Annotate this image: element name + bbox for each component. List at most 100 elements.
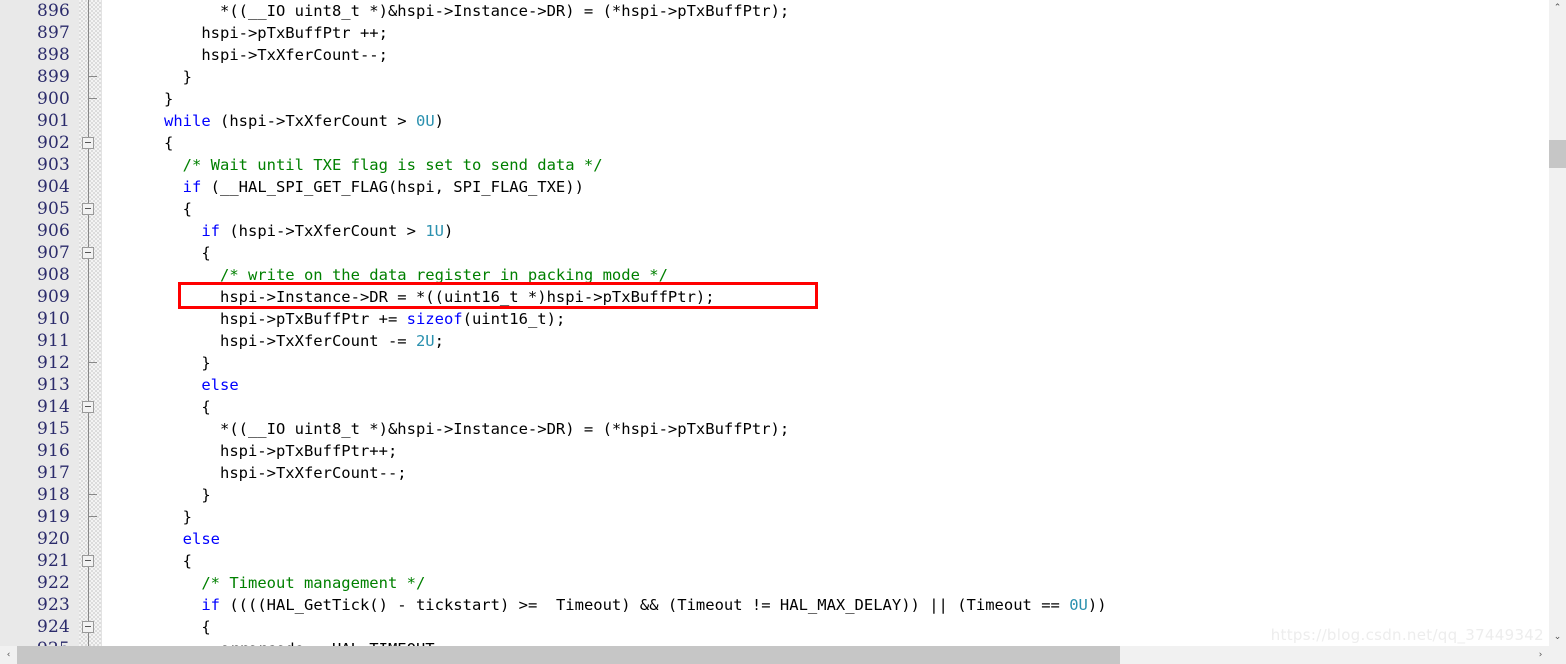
- code-text[interactable]: }: [108, 66, 192, 88]
- code-text[interactable]: }: [108, 88, 173, 110]
- line-number: 919: [36, 507, 70, 527]
- code-line[interactable]: 909 hspi->Instance->DR = *((uint16_t *)h…: [0, 286, 1532, 308]
- code-line[interactable]: 902 {: [0, 132, 1532, 154]
- scroll-left-arrow-icon[interactable]: ‹: [0, 646, 17, 664]
- code-line[interactable]: 913 else: [0, 374, 1532, 396]
- token-txt: ): [434, 112, 444, 130]
- token-cmt: /* Wait until TXE flag is set to send da…: [182, 156, 603, 174]
- fold-end-marker-icon: [89, 516, 97, 517]
- code-text[interactable]: if (hspi->TxXferCount > 1U): [108, 220, 453, 242]
- code-line[interactable]: 910 hspi->pTxBuffPtr += sizeof(uint16_t)…: [0, 308, 1532, 330]
- code-line[interactable]: 923 if ((((HAL_GetTick() - tickstart) >=…: [0, 594, 1532, 616]
- code-text[interactable]: }: [108, 506, 192, 528]
- vertical-scrollbar-thumb[interactable]: [1549, 140, 1566, 168]
- token-cmt: /* Timeout management */: [201, 574, 426, 592]
- code-line[interactable]: 908 /* write on the data register in pac…: [0, 264, 1532, 286]
- fold-end-marker-icon: [89, 98, 97, 99]
- code-text[interactable]: hspi->pTxBuffPtr += sizeof(uint16_t);: [108, 308, 565, 330]
- code-text[interactable]: *((__IO uint8_t *)&hspi->Instance->DR) =…: [108, 418, 789, 440]
- line-number: 920: [36, 529, 70, 549]
- horizontal-scrollbar-thumb[interactable]: [17, 646, 1120, 664]
- code-viewport[interactable]: 896 *((__IO uint8_t *)&hspi->Instance->D…: [0, 0, 1532, 646]
- code-line[interactable]: 918 }: [0, 484, 1532, 506]
- code-text[interactable]: if (__HAL_SPI_GET_FLAG(hspi, SPI_FLAG_TX…: [108, 176, 584, 198]
- line-number: 916: [36, 441, 70, 461]
- code-text[interactable]: hspi->pTxBuffPtr++;: [108, 440, 397, 462]
- code-text[interactable]: else: [108, 528, 220, 550]
- token-kw: else: [201, 376, 239, 394]
- code-text[interactable]: }: [108, 352, 210, 374]
- fold-collapse-icon[interactable]: [82, 401, 94, 413]
- token-kw: if: [182, 178, 202, 196]
- code-line[interactable]: 898 hspi->TxXferCount--;: [0, 44, 1532, 66]
- code-line[interactable]: 905 {: [0, 198, 1532, 220]
- code-line[interactable]: 914 {: [0, 396, 1532, 418]
- code-line[interactable]: 911 hspi->TxXferCount -= 2U;: [0, 330, 1532, 352]
- code-line[interactable]: 922 /* Timeout management */: [0, 572, 1532, 594]
- code-text[interactable]: hspi->TxXferCount--;: [108, 44, 388, 66]
- code-text[interactable]: hspi->pTxBuffPtr ++;: [108, 22, 388, 44]
- token-txt: __IO uint8_t *)&hspi->Instance->DR) = (*…: [247, 2, 790, 20]
- line-number: 907: [36, 243, 70, 263]
- code-line[interactable]: 907 {: [0, 242, 1532, 264]
- code-line[interactable]: 915 *((__IO uint8_t *)&hspi->Instance->D…: [0, 418, 1532, 440]
- code-text[interactable]: /* Wait until TXE flag is set to send da…: [108, 154, 603, 176]
- code-line[interactable]: 896 *((__IO uint8_t *)&hspi->Instance->D…: [0, 0, 1532, 22]
- horizontal-scrollbar[interactable]: ‹ ›: [0, 646, 1566, 664]
- token-txt: ): [443, 222, 454, 240]
- token-kw: if: [201, 222, 220, 240]
- code-text[interactable]: *((__IO uint8_t *)&hspi->Instance->DR) =…: [108, 0, 789, 22]
- code-text[interactable]: /* Timeout management */: [108, 572, 425, 594]
- token-kw: sizeof: [406, 310, 463, 328]
- code-text[interactable]: hspi->TxXferCount -= 2U;: [108, 330, 444, 352]
- fold-collapse-icon[interactable]: [82, 247, 94, 259]
- code-line[interactable]: 920 else: [0, 528, 1532, 550]
- code-line[interactable]: 917 hspi->TxXferCount--;: [0, 462, 1532, 484]
- code-text[interactable]: else: [108, 374, 239, 396]
- code-text[interactable]: {: [108, 132, 173, 154]
- code-text[interactable]: errorcode = HAL_TIMEOUT;: [108, 638, 444, 646]
- fold-collapse-icon[interactable]: [82, 137, 94, 149]
- code-text[interactable]: {: [108, 550, 192, 572]
- code-line[interactable]: 901 while (hspi->TxXferCount > 0U): [0, 110, 1532, 132]
- code-text[interactable]: if ((((HAL_GetTick() - tickstart) >= Tim…: [108, 594, 1106, 616]
- token-txt: {: [108, 244, 211, 262]
- code-line[interactable]: 899 }: [0, 66, 1532, 88]
- code-line[interactable]: 903 /* Wait until TXE flag is set to sen…: [0, 154, 1532, 176]
- token-txt: hspi->Instance->DR = *((uint16_t *)hspi-…: [108, 288, 715, 306]
- fold-collapse-icon[interactable]: [82, 621, 94, 633]
- line-number: 912: [36, 353, 70, 373]
- token-txt: hspi->pTxBuffPtr ++;: [108, 24, 388, 42]
- token-cmt: /* write on the data register in packing…: [219, 266, 668, 284]
- code-line[interactable]: 900 }: [0, 88, 1532, 110]
- code-text[interactable]: {: [108, 616, 211, 638]
- scroll-right-arrow-icon[interactable]: ›: [1532, 646, 1549, 664]
- scroll-up-arrow-icon[interactable]: ⌃: [1549, 0, 1566, 17]
- token-txt: {: [108, 618, 211, 636]
- code-text[interactable]: hspi->Instance->DR = *((uint16_t *)hspi-…: [108, 286, 715, 308]
- scroll-down-arrow-icon[interactable]: ⌄: [1549, 629, 1566, 646]
- line-number: 914: [36, 397, 70, 417]
- fold-collapse-icon[interactable]: [82, 203, 94, 215]
- code-text[interactable]: {: [108, 198, 192, 220]
- fold-end-marker-icon: [89, 76, 97, 77]
- code-text[interactable]: }: [108, 484, 210, 506]
- token-txt: {: [108, 398, 211, 416]
- token-txt: *((__IO uint8_t *)&hspi->Instance->DR) =…: [108, 420, 790, 438]
- code-line[interactable]: 912 }: [0, 352, 1532, 374]
- code-text[interactable]: {: [108, 396, 211, 418]
- code-line[interactable]: 921 {: [0, 550, 1532, 572]
- code-line[interactable]: 904 if (__HAL_SPI_GET_FLAG(hspi, SPI_FLA…: [0, 176, 1532, 198]
- code-text[interactable]: while (hspi->TxXferCount > 0U): [108, 110, 444, 132]
- code-line[interactable]: 897 hspi->pTxBuffPtr ++;: [0, 22, 1532, 44]
- watermark-url: https://blog.csdn.net/qq_37449342: [1270, 626, 1544, 644]
- vertical-scrollbar[interactable]: ⌃ ⌄: [1549, 0, 1566, 646]
- fold-collapse-icon[interactable]: [82, 555, 94, 567]
- code-text[interactable]: /* write on the data register in packing…: [108, 264, 668, 286]
- code-line[interactable]: 906 if (hspi->TxXferCount > 1U): [0, 220, 1532, 242]
- code-text[interactable]: {: [108, 242, 211, 264]
- code-line[interactable]: 919 }: [0, 506, 1532, 528]
- code-line[interactable]: 916 hspi->pTxBuffPtr++;: [0, 440, 1532, 462]
- code-text[interactable]: hspi->TxXferCount--;: [108, 462, 407, 484]
